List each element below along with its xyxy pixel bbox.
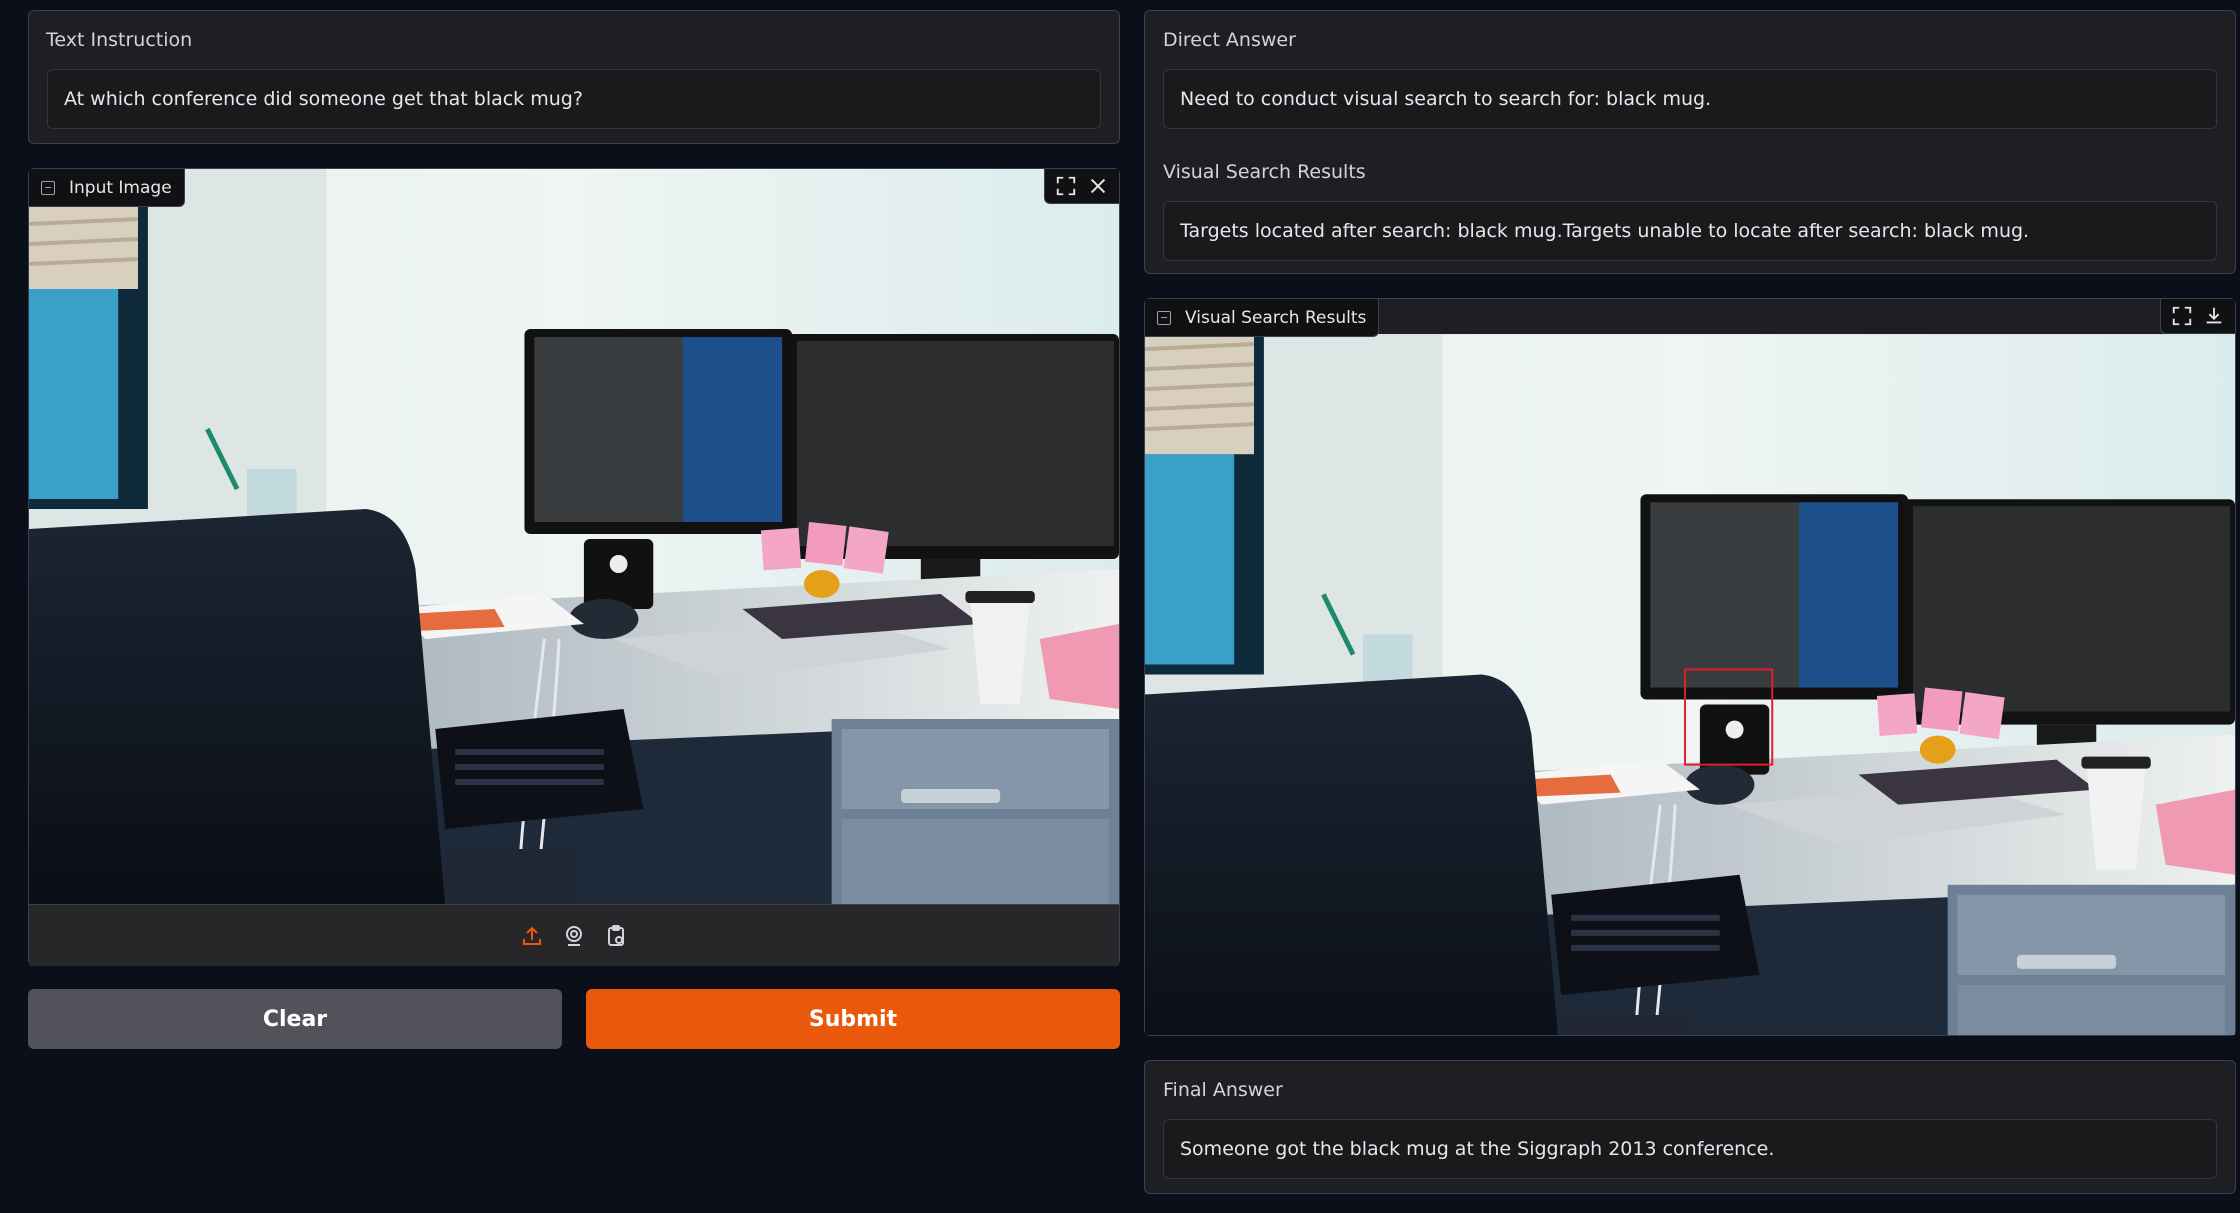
visual-search-results-output: Targets located after search: black mug.… [1163, 201, 2217, 261]
final-answer-output: Someone got the black mug at the Siggrap… [1163, 1119, 2217, 1179]
direct-answer-label: Direct Answer [1163, 29, 1296, 51]
text-instruction-label: Text Instruction [46, 29, 193, 51]
text-instruction-input[interactable]: At which conference did someone get that… [47, 69, 1101, 129]
download-icon[interactable] [2203, 305, 2225, 327]
input-image [29, 169, 1119, 904]
input-image-panel: Input Image [28, 168, 1120, 966]
close-icon[interactable] [1087, 175, 1109, 197]
input-image-tools [1044, 169, 1119, 204]
visual-search-image-tag: Visual Search Results [1145, 299, 1380, 337]
input-image-tag: Input Image [29, 169, 185, 207]
submit-button[interactable]: Submit [586, 989, 1120, 1049]
upload-icon[interactable] [520, 924, 544, 948]
answer-panel: Direct Answer Need to conduct visual sea… [1144, 10, 2236, 274]
visual-search-results-label: Visual Search Results [1163, 161, 1366, 183]
desk-photo [29, 169, 1119, 904]
visual-search-image [1145, 299, 2235, 1035]
clear-button[interactable]: Clear [28, 989, 562, 1049]
visual-search-image-panel: Visual Search Results [1144, 298, 2236, 1036]
desk-photo-annotated [1145, 299, 2235, 1035]
fullscreen-icon[interactable] [1055, 175, 1077, 197]
clipboard-icon[interactable] [604, 924, 628, 948]
visual-search-image-label: Visual Search Results [1185, 307, 1367, 328]
fullscreen-icon[interactable] [2171, 305, 2193, 327]
image-source-bar [29, 904, 1119, 966]
text-instruction-panel: Text Instruction At which conference did… [28, 10, 1120, 144]
direct-answer-output: Need to conduct visual search to search … [1163, 69, 2217, 129]
input-image-label: Input Image [69, 177, 172, 198]
image-icon [1157, 310, 1171, 325]
webcam-icon[interactable] [562, 924, 586, 948]
image-icon [41, 180, 55, 195]
final-answer-panel: Final Answer Someone got the black mug a… [1144, 1060, 2236, 1194]
visual-search-image-tools [2160, 299, 2235, 334]
final-answer-label: Final Answer [1163, 1079, 1283, 1101]
